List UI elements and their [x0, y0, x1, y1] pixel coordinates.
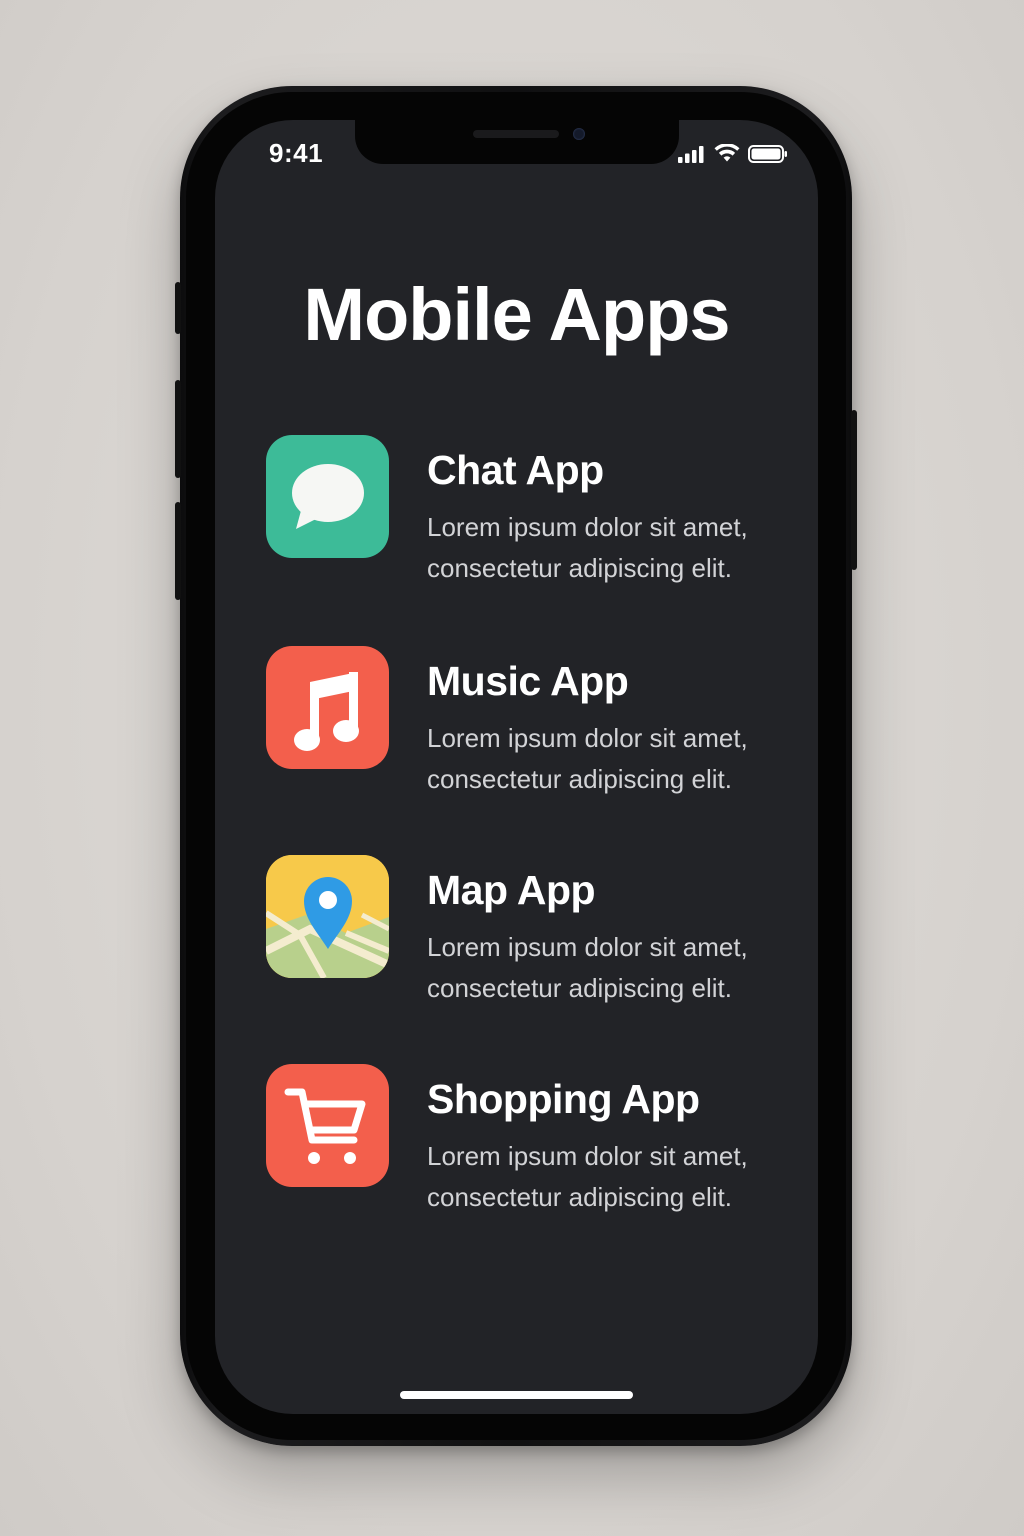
app-description-line: Lorem ipsum dolor sit amet, — [427, 1141, 748, 1171]
phone-screen: 9:41 Mobile Apps Chat App Lorem ipsum do… — [215, 120, 818, 1414]
map-app-icon[interactable] — [266, 855, 389, 978]
notch — [355, 120, 679, 164]
volume-up-button — [175, 380, 181, 478]
app-description-line: Lorem ipsum dolor sit amet, — [427, 723, 748, 753]
battery-icon — [748, 144, 787, 163]
status-icons — [678, 144, 788, 163]
music-note-icon — [294, 672, 359, 751]
signal-icon — [678, 145, 704, 163]
app-description-line: Lorem ipsum dolor sit amet, — [427, 932, 748, 962]
silent-switch — [175, 282, 181, 334]
app-description-line: consectetur adipiscing elit. — [427, 973, 732, 1003]
wifi-icon — [714, 144, 740, 162]
front-camera — [573, 128, 585, 140]
app-name: Chat App — [427, 447, 604, 493]
volume-down-button — [175, 502, 181, 600]
app-description-line: consectetur adipiscing elit. — [427, 1182, 732, 1212]
shopping-app-icon[interactable] — [266, 1064, 389, 1187]
app-description-line: consectetur adipiscing elit. — [427, 553, 732, 583]
map-pin-icon — [266, 855, 389, 978]
app-name: Map App — [427, 867, 596, 913]
chat-app-icon[interactable] — [266, 435, 389, 558]
app-row-chat[interactable]: Chat App Lorem ipsum dolor sit amet, con… — [266, 435, 806, 585]
app-name: Music App — [427, 658, 629, 704]
app-description: Lorem ipsum dolor sit amet, consectetur … — [427, 507, 807, 589]
app-row-shopping[interactable]: Shopping App Lorem ipsum dolor sit amet,… — [266, 1064, 806, 1214]
app-description: Lorem ipsum dolor sit amet, consectetur … — [427, 927, 807, 1009]
status-time: 9:41 — [269, 138, 324, 168]
app-row-map[interactable]: Map App Lorem ipsum dolor sit amet, cons… — [266, 855, 806, 1005]
chat-bubble-icon — [292, 464, 364, 529]
shopping-cart-icon — [284, 1088, 366, 1164]
power-button — [851, 410, 857, 570]
home-indicator[interactable] — [400, 1391, 633, 1399]
music-app-icon[interactable] — [266, 646, 389, 769]
app-row-music[interactable]: Music App Lorem ipsum dolor sit amet, co… — [266, 646, 806, 796]
page-title: Mobile Apps — [303, 273, 730, 356]
app-description-line: consectetur adipiscing elit. — [427, 764, 732, 794]
app-description: Lorem ipsum dolor sit amet, consectetur … — [427, 1136, 807, 1218]
app-description-line: Lorem ipsum dolor sit amet, — [427, 512, 748, 542]
speaker-grille — [473, 130, 559, 138]
app-description: Lorem ipsum dolor sit amet, consectetur … — [427, 718, 807, 800]
app-name: Shopping App — [427, 1076, 700, 1122]
